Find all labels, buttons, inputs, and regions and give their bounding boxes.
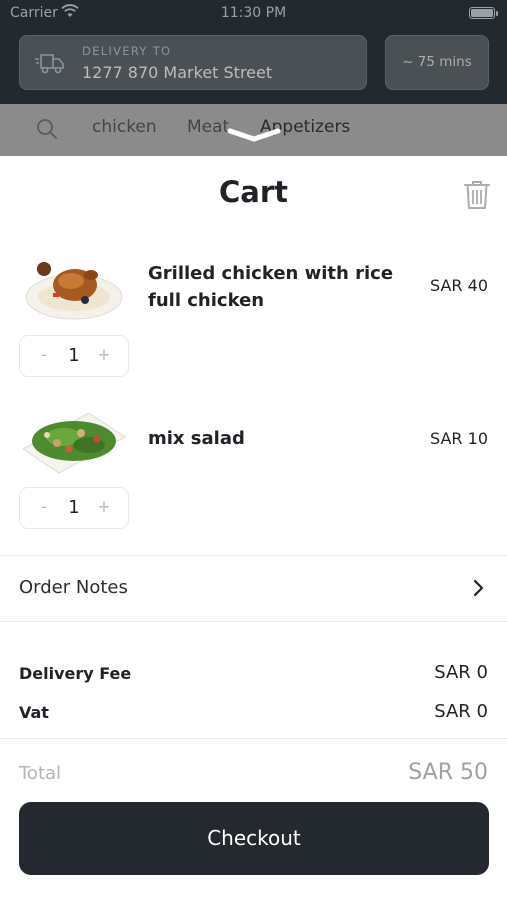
- category-meat[interactable]: Meat: [187, 117, 229, 137]
- item-name: Grilled chicken with rice full chicken: [148, 263, 394, 311]
- item-price: SAR 40: [430, 276, 488, 295]
- battery-tip: [496, 11, 498, 16]
- truck-icon: [35, 54, 64, 74]
- item-image-salad: [22, 412, 126, 474]
- vat-label: Vat: [19, 703, 49, 722]
- status-bar: Carrier 11:30 PM: [0, 0, 507, 28]
- delivery-fee-value: SAR 0: [434, 662, 488, 683]
- total-value: SAR 50: [408, 760, 488, 785]
- quantity-stepper: - 1 +: [19, 487, 129, 529]
- search-icon[interactable]: [36, 118, 58, 140]
- order-notes-row[interactable]: Order Notes: [0, 555, 507, 621]
- divider: [0, 738, 507, 739]
- cart-sheet: Cart Grilled chicken with rice full chic…: [0, 157, 507, 900]
- delivery-to-label: DELIVERY TO: [82, 44, 172, 58]
- item-image-chicken: [25, 262, 123, 320]
- delivery-fee-label: Delivery Fee: [19, 664, 132, 683]
- increase-button[interactable]: +: [94, 497, 114, 516]
- trash-icon[interactable]: [462, 179, 492, 211]
- category-chicken[interactable]: chicken: [92, 117, 157, 137]
- clock: 11:30 PM: [220, 5, 287, 21]
- sheet-grabber-icon[interactable]: [226, 125, 282, 145]
- delivery-address: 1277 870 Market Street: [82, 63, 273, 82]
- delivery-eta[interactable]: ~ 75 mins: [385, 35, 489, 90]
- increase-button[interactable]: +: [94, 345, 114, 364]
- checkout-button[interactable]: Checkout: [19, 802, 489, 875]
- item-price: SAR 10: [430, 429, 488, 448]
- item-name: mix salad: [148, 428, 245, 449]
- total-label: Total: [19, 763, 62, 784]
- chevron-right-icon: [473, 579, 484, 597]
- divider: [0, 621, 507, 622]
- quantity-stepper: - 1 +: [19, 335, 129, 377]
- delivery-address-selector[interactable]: DELIVERY TO 1277 870 Market Street: [19, 35, 367, 90]
- order-notes-label: Order Notes: [19, 577, 128, 598]
- vat-value: SAR 0: [434, 701, 488, 722]
- app-header: Carrier 11:30 PM DELIVERY TO 1277 870 Ma…: [0, 0, 507, 104]
- cart-title: Cart: [218, 175, 289, 209]
- battery-icon: [469, 7, 495, 19]
